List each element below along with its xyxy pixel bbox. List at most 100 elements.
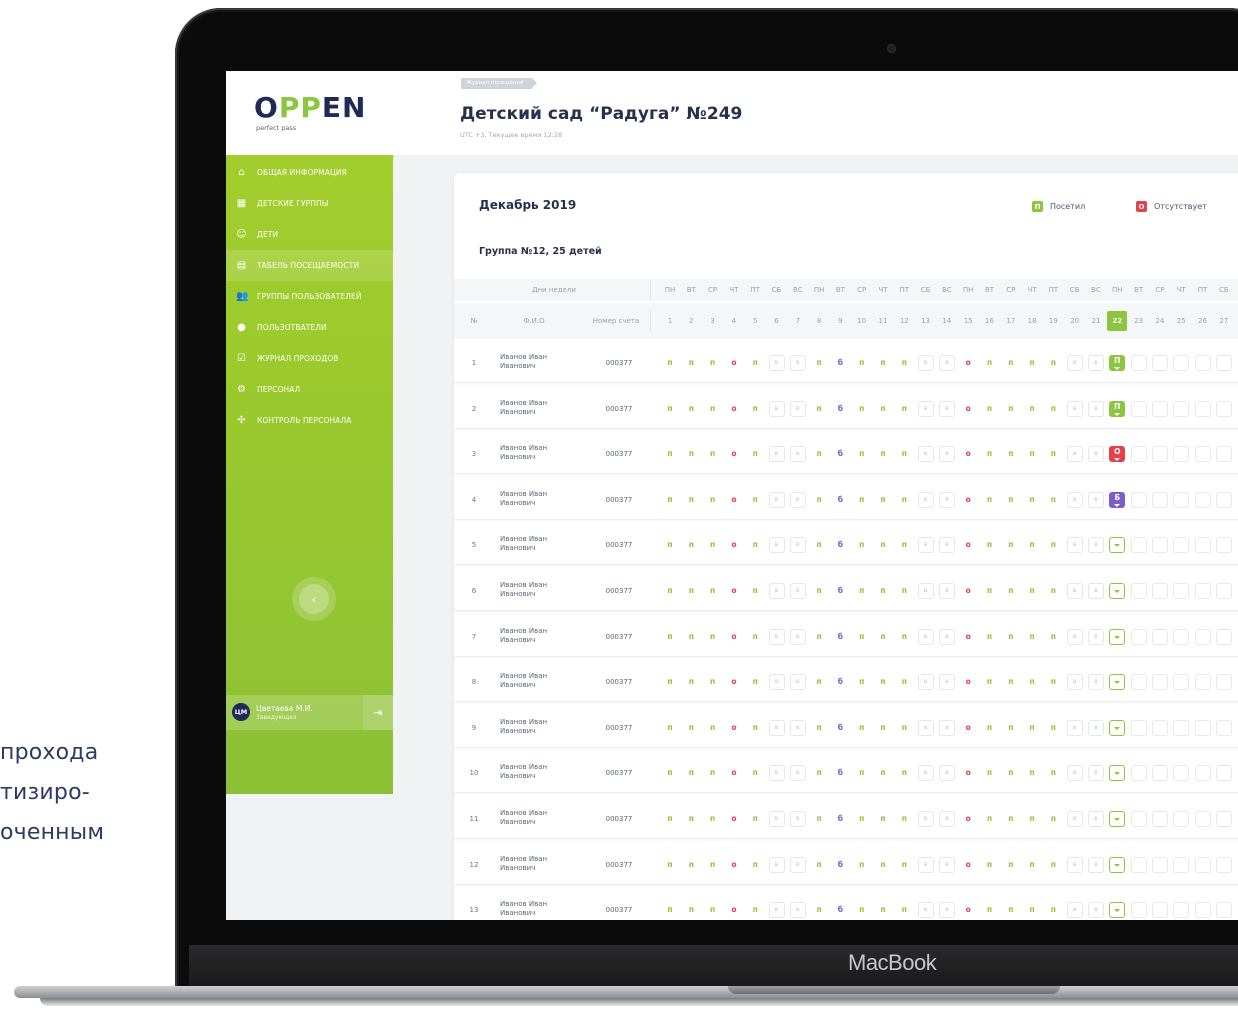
attendance-select[interactable]: [1109, 674, 1126, 691]
attendance-mark[interactable]: в: [938, 902, 955, 919]
attendance-mark[interactable]: п: [811, 537, 827, 553]
attendance-mark[interactable]: п: [747, 355, 763, 371]
attendance-mark[interactable]: о: [960, 902, 976, 918]
attendance-mark[interactable]: п: [1024, 902, 1040, 918]
day-header[interactable]: 25: [1171, 317, 1191, 325]
attendance-mark[interactable]: п: [811, 629, 827, 645]
attendance-empty-cell[interactable]: [1130, 491, 1147, 508]
attendance-mark[interactable]: п: [896, 765, 912, 781]
attendance-mark[interactable]: п: [1024, 857, 1040, 873]
attendance-mark[interactable]: в: [768, 765, 785, 782]
attendance-mark[interactable]: п: [811, 492, 827, 508]
attendance-mark[interactable]: п: [705, 720, 721, 736]
attendance-mark[interactable]: о: [726, 857, 742, 873]
attendance-mark[interactable]: п: [854, 401, 870, 417]
attendance-empty-cell[interactable]: [1130, 583, 1147, 599]
attendance-mark[interactable]: п: [747, 765, 763, 781]
attendance-empty-cell[interactable]: [1151, 583, 1168, 599]
attendance-mark[interactable]: в: [938, 355, 955, 371]
attendance-empty-cell[interactable]: [1130, 719, 1147, 736]
attendance-mark[interactable]: п: [705, 629, 721, 645]
attendance-mark[interactable]: в: [1066, 628, 1083, 645]
attendance-mark[interactable]: в: [768, 628, 785, 645]
table-row[interactable]: 2 Иванов Иван Иванович 000377 п п п о п в в п б п п п в в…: [454, 389, 1238, 429]
attendance-empty-cell[interactable]: [1215, 856, 1232, 873]
attendance-mark[interactable]: п: [896, 492, 912, 508]
attendance-mark[interactable]: п: [1003, 446, 1019, 462]
attendance-mark[interactable]: п: [854, 537, 870, 553]
attendance-mark[interactable]: п: [747, 674, 763, 690]
attendance-mark[interactable]: в: [1088, 811, 1104, 827]
attendance-empty-cell[interactable]: [1194, 811, 1211, 827]
attendance-empty-cell[interactable]: [1130, 628, 1147, 645]
attendance-mark[interactable]: о: [960, 857, 976, 873]
attendance-mark[interactable]: п: [662, 492, 678, 508]
attendance-mark[interactable]: п: [747, 583, 763, 599]
attendance-mark[interactable]: п: [1024, 355, 1040, 371]
attendance-empty-cell[interactable]: [1151, 902, 1168, 919]
attendance-mark[interactable]: п: [875, 583, 891, 599]
attendance-mark[interactable]: п: [1045, 811, 1061, 827]
attendance-mark[interactable]: б: [832, 720, 848, 736]
day-header[interactable]: 18: [1022, 317, 1042, 325]
day-header[interactable]: 3: [703, 317, 723, 325]
attendance-mark[interactable]: п: [982, 765, 998, 781]
attendance-today-mark[interactable]: П: [1109, 355, 1126, 371]
day-header[interactable]: 26: [1193, 317, 1213, 325]
day-header[interactable]: 8: [809, 317, 829, 325]
attendance-empty-cell[interactable]: [1130, 355, 1147, 371]
attendance-mark[interactable]: в: [1088, 400, 1104, 417]
attendance-empty-cell[interactable]: [1194, 674, 1211, 691]
attendance-mark[interactable]: п: [747, 492, 763, 508]
attendance-mark[interactable]: п: [747, 857, 763, 873]
attendance-empty-cell[interactable]: [1173, 765, 1190, 782]
attendance-empty-cell[interactable]: [1151, 811, 1168, 827]
attendance-mark[interactable]: п: [683, 537, 699, 553]
attendance-mark[interactable]: о: [726, 537, 742, 553]
attendance-mark[interactable]: п: [811, 765, 827, 781]
attendance-mark[interactable]: в: [1066, 583, 1083, 599]
attendance-mark[interactable]: в: [1088, 491, 1104, 508]
attendance-mark[interactable]: п: [896, 355, 912, 371]
attendance-empty-cell[interactable]: [1151, 765, 1168, 782]
attendance-mark[interactable]: о: [726, 583, 742, 599]
attendance-select[interactable]: [1109, 902, 1126, 919]
attendance-mark[interactable]: о: [960, 811, 976, 827]
attendance-empty-cell[interactable]: [1151, 719, 1168, 736]
attendance-empty-cell[interactable]: [1215, 491, 1232, 508]
attendance-mark[interactable]: п: [1003, 765, 1019, 781]
attendance-mark[interactable]: п: [1003, 629, 1019, 645]
attendance-mark[interactable]: в: [789, 902, 806, 919]
attendance-mark[interactable]: п: [896, 537, 912, 553]
attendance-empty-cell[interactable]: [1173, 583, 1190, 599]
attendance-mark[interactable]: п: [683, 720, 699, 736]
attendance-mark[interactable]: о: [726, 446, 742, 462]
attendance-mark[interactable]: п: [982, 629, 998, 645]
table-row[interactable]: 5 Иванов Иван Иванович 000377 п п п о п в в п б п п п в в…: [454, 526, 1238, 566]
day-header[interactable]: 15: [958, 317, 978, 325]
attendance-mark[interactable]: б: [832, 537, 848, 553]
attendance-mark[interactable]: п: [705, 902, 721, 918]
attendance-mark[interactable]: в: [768, 856, 785, 873]
attendance-mark[interactable]: в: [789, 765, 806, 782]
account-column-header[interactable]: Номер счета: [586, 317, 646, 325]
attendance-mark[interactable]: п: [896, 674, 912, 690]
attendance-mark[interactable]: в: [768, 902, 785, 919]
attendance-mark[interactable]: п: [875, 902, 891, 918]
attendance-mark[interactable]: п: [982, 674, 998, 690]
attendance-mark[interactable]: б: [832, 902, 848, 918]
day-header[interactable]: 21: [1086, 317, 1106, 325]
attendance-empty-cell[interactable]: [1130, 765, 1147, 782]
attendance-mark[interactable]: в: [1088, 355, 1104, 371]
attendance-empty-cell[interactable]: [1215, 400, 1232, 417]
attendance-mark[interactable]: в: [917, 765, 934, 782]
attendance-mark[interactable]: п: [747, 902, 763, 918]
attendance-mark[interactable]: в: [768, 719, 785, 736]
attendance-mark[interactable]: п: [662, 811, 678, 827]
attendance-mark[interactable]: о: [960, 765, 976, 781]
attendance-mark[interactable]: в: [917, 400, 934, 417]
attendance-select[interactable]: [1109, 765, 1126, 782]
attendance-mark[interactable]: в: [768, 537, 785, 554]
attendance-mark[interactable]: п: [896, 720, 912, 736]
day-header[interactable]: 12: [894, 317, 914, 325]
